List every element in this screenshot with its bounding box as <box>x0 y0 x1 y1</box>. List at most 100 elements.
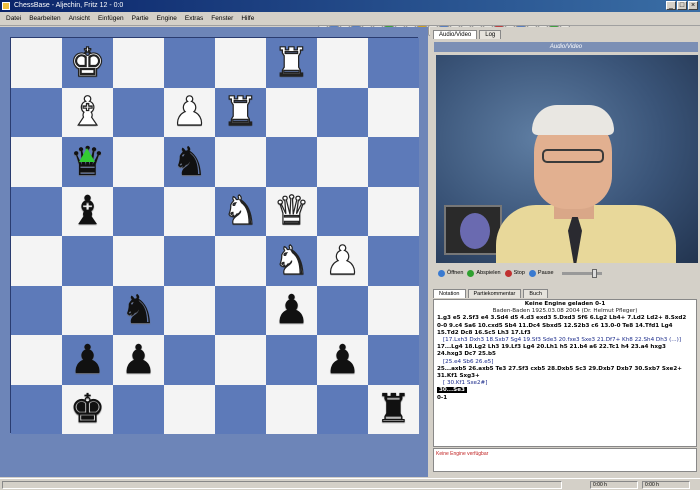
notation-line[interactable]: [25.e4 Sb6 26.e5] <box>437 359 693 366</box>
square-a8[interactable] <box>11 38 62 88</box>
square-b7[interactable]: ♝ <box>62 87 113 137</box>
square-a4[interactable] <box>11 236 62 286</box>
black-knight-icon[interactable]: ♞ <box>121 290 157 330</box>
notation-line[interactable]: [ 30.Kf1 Sxe2#] <box>437 380 693 387</box>
square-g2[interactable]: ♟ <box>317 335 368 385</box>
square-d6[interactable]: ♞ <box>164 137 215 187</box>
square-g8[interactable] <box>317 38 368 88</box>
play-button[interactable]: Abspielen <box>467 269 501 277</box>
square-c4[interactable] <box>113 236 164 286</box>
black-pawn-icon[interactable]: ♟ <box>325 340 361 380</box>
square-b2[interactable]: ♟ <box>62 335 113 385</box>
black-bishop-icon[interactable]: ♝ <box>70 191 106 231</box>
menu-engine[interactable]: Engine <box>157 12 177 26</box>
pause-button[interactable]: Pause <box>528 269 554 277</box>
black-rook-icon[interactable]: ♜ <box>376 389 412 429</box>
square-b1[interactable]: ♚ <box>62 384 113 434</box>
square-f5[interactable]: ♛ <box>266 186 317 236</box>
tab-buch[interactable]: Buch <box>523 289 548 298</box>
square-d2[interactable] <box>164 335 215 385</box>
stop-button[interactable]: Stop <box>504 269 525 277</box>
square-c1[interactable] <box>113 384 164 434</box>
tab-log[interactable]: Log <box>479 30 502 39</box>
square-a7[interactable] <box>11 87 62 137</box>
square-a2[interactable] <box>11 335 62 385</box>
notation-pane[interactable]: Keine Engine geladen 0-1 Baden-Baden 192… <box>433 299 697 447</box>
square-c7[interactable] <box>113 87 164 137</box>
white-pawn-icon[interactable]: ♟ <box>324 240 361 281</box>
square-f3[interactable]: ♟ <box>266 285 317 335</box>
square-c6[interactable] <box>113 137 164 187</box>
square-c3[interactable]: ♞ <box>113 285 164 335</box>
square-f6[interactable] <box>266 137 317 187</box>
menu-bearbeiten[interactable]: Bearbeiten <box>29 12 60 26</box>
square-f4[interactable]: ♞ <box>266 236 317 286</box>
notation-line[interactable]: 1.g3 e5 2.Sf3 e4 3.Sd4 d5 4.d3 exd3 5.Dx… <box>437 315 693 337</box>
square-h8[interactable] <box>368 38 419 88</box>
close-button[interactable]: × <box>688 1 698 10</box>
square-b8[interactable]: ♚ <box>62 38 113 88</box>
square-c2[interactable]: ♟ <box>113 335 164 385</box>
menu-einfuegen[interactable]: Einfügen <box>98 12 124 26</box>
white-pawn-icon[interactable]: ♟ <box>171 92 208 133</box>
square-b3[interactable] <box>62 285 113 335</box>
menu-hilfe[interactable]: Hilfe <box>241 12 254 26</box>
volume-slider[interactable] <box>561 268 602 278</box>
chess-board[interactable]: ♚ ♜ ♝ ♟ ♜ ♛ ♞ ♝ ♞ ♛ ♞ ♟ ♞ ♟ ♟ ♟ ♟ ♚ ♜ <box>10 37 419 434</box>
white-rook-icon[interactable]: ♜ <box>273 42 310 83</box>
square-g7[interactable] <box>317 87 368 137</box>
square-d5[interactable] <box>164 186 215 236</box>
tab-audio-video[interactable]: Audio/Video <box>433 30 478 39</box>
tab-partiekommentar[interactable]: Partiekommentar <box>467 289 522 298</box>
menu-datei[interactable]: Datei <box>6 12 21 26</box>
square-g6[interactable] <box>317 137 368 187</box>
menu-extras[interactable]: Extras <box>185 12 203 26</box>
square-f1[interactable] <box>266 384 317 434</box>
notation-line[interactable]: 25...axb5 26.axb5 Te3 27.Sf3 cxb5 28.Dxb… <box>437 366 693 380</box>
square-d8[interactable] <box>164 38 215 88</box>
white-knight-icon[interactable]: ♞ <box>273 240 310 281</box>
white-queen-icon[interactable]: ♛ <box>273 191 310 232</box>
menu-ansicht[interactable]: Ansicht <box>69 12 90 26</box>
square-e6[interactable] <box>215 137 266 187</box>
open-button[interactable]: Öffnen <box>438 269 463 277</box>
square-g4[interactable]: ♟ <box>317 236 368 286</box>
square-d1[interactable] <box>164 384 215 434</box>
square-a3[interactable] <box>11 285 62 335</box>
tab-notation[interactable]: Notation <box>433 289 466 298</box>
black-king-icon[interactable]: ♚ <box>70 389 106 429</box>
square-d7[interactable]: ♟ <box>164 87 215 137</box>
square-h5[interactable] <box>368 186 419 236</box>
slider-thumb[interactable] <box>591 268 597 278</box>
notation-line[interactable]: [17.Lxh3 Dxh3 18.Sxb7 Sg4 19.Sf3 Sde3 20… <box>437 337 693 344</box>
square-f8[interactable]: ♜ <box>266 38 317 88</box>
black-pawn-icon[interactable]: ♟ <box>121 340 157 380</box>
black-pawn-icon[interactable]: ♟ <box>70 340 106 380</box>
square-a6[interactable] <box>11 137 62 187</box>
square-a1[interactable] <box>11 384 62 434</box>
square-e3[interactable] <box>215 285 266 335</box>
square-g3[interactable] <box>317 285 368 335</box>
square-c5[interactable] <box>113 186 164 236</box>
square-e1[interactable] <box>215 384 266 434</box>
current-move[interactable]: 30...Se3 <box>437 387 467 394</box>
square-f2[interactable] <box>266 335 317 385</box>
white-king-icon[interactable]: ♚ <box>69 42 106 83</box>
maximize-button[interactable]: □ <box>677 1 687 10</box>
square-d4[interactable] <box>164 236 215 286</box>
video-player[interactable] <box>436 55 698 263</box>
square-e5[interactable]: ♞ <box>215 186 266 236</box>
square-a5[interactable] <box>11 186 62 236</box>
black-knight-icon[interactable]: ♞ <box>172 142 208 182</box>
notation-line[interactable]: 17...Lg4 18.Lg2 Lh3 19.Lf3 Lg4 20.Lh1 h5… <box>437 344 693 358</box>
square-b5[interactable]: ♝ <box>62 186 113 236</box>
menu-partie[interactable]: Partie <box>132 12 149 26</box>
square-e2[interactable] <box>215 335 266 385</box>
square-g1[interactable] <box>317 384 368 434</box>
square-g5[interactable] <box>317 186 368 236</box>
menu-fenster[interactable]: Fenster <box>211 12 233 26</box>
square-b4[interactable] <box>62 236 113 286</box>
square-h1[interactable]: ♜ <box>368 384 419 434</box>
black-pawn-icon[interactable]: ♟ <box>274 290 310 330</box>
square-h2[interactable] <box>368 335 419 385</box>
